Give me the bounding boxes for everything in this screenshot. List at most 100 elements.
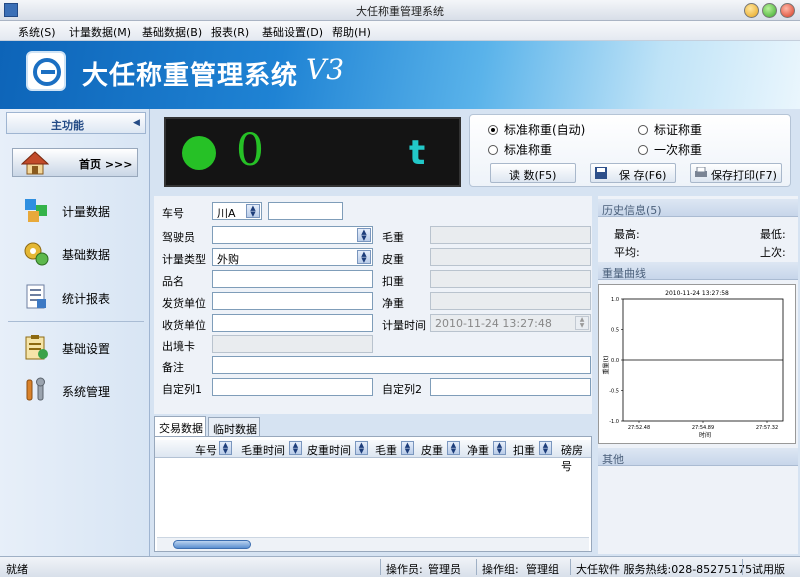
chart-y-tick-label: -1.0	[609, 419, 619, 425]
window-title: 大任称重管理系统	[356, 5, 444, 18]
measure-type-select[interactable]: 外购 ▲ ▼	[212, 248, 373, 266]
sidebar-item-base-data[interactable]: 基础数据	[18, 237, 144, 269]
save-print-button[interactable]: 保存打印(F7)	[690, 163, 782, 183]
menu-settings[interactable]: 基础设置(D)	[262, 24, 323, 40]
chart-x-tick-label: 27:57.32	[756, 425, 778, 431]
collapse-arrow-icon[interactable]: ◀	[133, 118, 140, 128]
sort-arrow-icon[interactable]: ▲ ▼	[447, 441, 460, 455]
sort-arrow-icon[interactable]: ▲ ▼	[219, 441, 232, 455]
curve-header: 重量曲线	[598, 262, 798, 280]
card-input	[212, 335, 373, 353]
title-bar: 大任称重管理系统	[0, 0, 800, 21]
menu-bar: 系统(S) 计量数据(M) 基础数据(B) 报表(R) 基础设置(D) 帮助(H…	[0, 21, 800, 41]
col-deduct[interactable]: 扣重	[513, 442, 535, 458]
chart-y-label: 重量(t)	[602, 355, 610, 374]
edition-text: 试用版	[752, 563, 785, 576]
sort-arrow-icon[interactable]: ▲ ▼	[355, 441, 368, 455]
tab-temp-data[interactable]: 临时数据	[208, 417, 260, 436]
save-button[interactable]: 保 存(F6)	[590, 163, 676, 183]
custom1-input[interactable]	[212, 378, 373, 396]
receiver-input[interactable]	[212, 314, 373, 332]
status-divider	[380, 559, 381, 575]
max-label: 最高:	[614, 228, 640, 241]
clipboard-settings-icon	[25, 335, 48, 360]
plate-prefix-select[interactable]: 川A ▲ ▼	[212, 202, 262, 220]
sender-label: 发货单位	[162, 297, 206, 310]
plate-number-input[interactable]	[268, 202, 343, 220]
read-button-label: 读 数(F5)	[509, 169, 557, 182]
banner: 大任称重管理系统 V3	[0, 41, 800, 109]
menu-help[interactable]: 帮助(H)	[332, 24, 371, 40]
mode-once-radio[interactable]: 一次称重	[638, 141, 702, 158]
last-label: 上次:	[760, 246, 786, 259]
sidebar-separator	[8, 321, 144, 322]
col-tare[interactable]: 皮重	[421, 442, 443, 458]
net-label: 净重	[382, 297, 404, 310]
sidebar-item-system[interactable]: 系统管理	[18, 374, 144, 406]
remark-input[interactable]	[212, 356, 591, 374]
col-gross-time[interactable]: 毛重时间	[241, 442, 285, 458]
updown-arrow-icon[interactable]: ▲ ▼	[246, 204, 260, 218]
remark-label: 备注	[162, 361, 184, 374]
updown-arrow-icon[interactable]: ▲ ▼	[357, 228, 371, 242]
sidebar-header[interactable]: 主功能 ◀	[6, 112, 146, 134]
menu-system[interactable]: 系统(S)	[18, 24, 56, 40]
tab-label: 交易数据	[159, 422, 203, 435]
sidebar-item-settings[interactable]: 基础设置	[18, 331, 144, 363]
driver-select[interactable]: ▲ ▼	[212, 226, 373, 244]
home-button[interactable]: 首页 >>>	[12, 148, 138, 177]
deduct-input	[430, 270, 591, 288]
custom2-input[interactable]	[430, 378, 591, 396]
radio-icon	[638, 125, 648, 135]
log-header-label: 其他	[602, 453, 624, 466]
sort-arrow-icon[interactable]: ▲ ▼	[493, 441, 506, 455]
chart-y-tick-label: 1.0	[611, 297, 619, 303]
grid-horizontal-scrollbar[interactable]	[157, 537, 589, 551]
weight-value: 0	[236, 125, 264, 176]
measure-type-label: 计量类型	[162, 253, 206, 266]
close-button[interactable]	[780, 3, 795, 18]
tab-transaction-data[interactable]: 交易数据	[154, 416, 206, 436]
log-header: 其他	[598, 448, 798, 466]
gross-input	[430, 226, 591, 244]
chart-x-tick-label: 27:54.89	[692, 425, 714, 431]
group-label: 操作组:	[482, 563, 519, 576]
gross-label: 毛重	[382, 231, 404, 244]
col-net[interactable]: 净重	[467, 442, 489, 458]
sort-arrow-icon[interactable]: ▲ ▼	[539, 441, 552, 455]
grid-header: 车号 ▲ ▼ 毛重时间 ▲ ▼ 皮重时间 ▲ ▼ 毛重 ▲ ▼ 皮重 ▲ ▼ 净重 ▲ ▼ …	[155, 440, 591, 473]
mode-standard-auto-radio[interactable]: 标准称重(自动)	[488, 121, 585, 138]
sidebar-item-report[interactable]: 统计报表	[18, 281, 144, 313]
mode-certified-radio[interactable]: 标证称重	[638, 121, 702, 138]
col-scale-room[interactable]: 磅房号	[561, 442, 591, 474]
maximize-button[interactable]	[762, 3, 777, 18]
minimize-button[interactable]	[744, 3, 759, 18]
status-text: 就绪	[6, 563, 28, 576]
mode-standard-radio[interactable]: 标准称重	[488, 141, 552, 158]
col-tare-time[interactable]: 皮重时间	[307, 442, 351, 458]
report-icon	[26, 284, 46, 309]
scrollbar-thumb[interactable]	[173, 540, 251, 549]
sender-input[interactable]	[212, 292, 373, 310]
menu-report[interactable]: 报表(R)	[211, 24, 249, 40]
status-divider	[570, 559, 571, 575]
read-button[interactable]: 读 数(F5)	[490, 163, 576, 183]
printer-icon	[695, 167, 707, 177]
product-input[interactable]	[212, 270, 373, 288]
menu-measure-data[interactable]: 计量数据(M)	[69, 24, 131, 40]
weight-curve-svg: 2010-11-24 13:27:58 重量(t) 时间 1.0 0.5 0.0 -0…	[602, 290, 784, 439]
home-icon	[21, 151, 49, 175]
col-gross[interactable]: 毛重	[375, 442, 397, 458]
operator-label: 操作员:	[386, 563, 423, 576]
menu-base-data[interactable]: 基础数据(B)	[142, 24, 202, 40]
home-button-label: 首页 >>>	[79, 158, 133, 171]
tab-label: 临时数据	[213, 423, 257, 436]
col-plate[interactable]: 车号	[195, 442, 217, 458]
radio-icon	[638, 145, 648, 155]
sidebar-item-label: 基础数据	[62, 248, 111, 262]
sort-arrow-icon[interactable]: ▲ ▼	[289, 441, 302, 455]
sort-arrow-icon[interactable]: ▲ ▼	[401, 441, 414, 455]
chart-y-tick-label: 0.0	[611, 358, 619, 364]
sidebar-item-measure-data[interactable]: 计量数据	[18, 194, 144, 226]
updown-arrow-icon[interactable]: ▲ ▼	[357, 250, 371, 264]
